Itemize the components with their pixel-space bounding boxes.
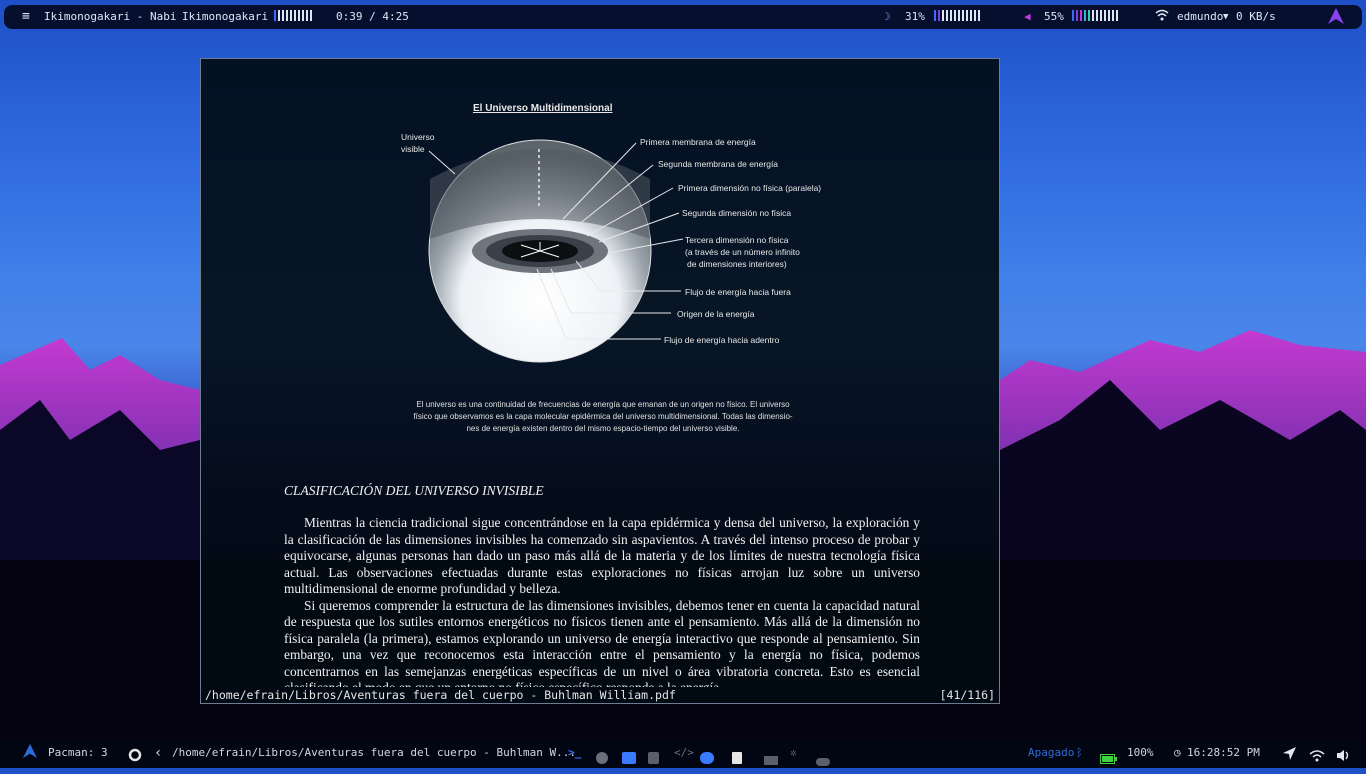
circle-icon[interactable]	[128, 746, 142, 772]
network-speed: 0 KB/s	[1236, 10, 1276, 23]
top-panel: ≡ Ikimonogakari - Nabi Ikimonogakari 0:3…	[4, 5, 1362, 29]
wifi-icon[interactable]	[1155, 5, 1169, 29]
section-heading: CLASIFICACIÓN DEL UNIVERSO INVISIBLE	[284, 483, 544, 498]
label-segunda-dimension: Segunda dimensión no física	[682, 208, 792, 218]
label-primera-membrana: Primera membrana de energía	[640, 137, 756, 147]
brightness-bar[interactable]	[934, 5, 982, 29]
workspace-firefox-icon[interactable]	[596, 746, 608, 772]
label-segunda-membrana: Segunda membrana de energía	[658, 159, 779, 169]
workspace-chat-icon[interactable]	[700, 746, 714, 772]
label-flujo-fuera: Flujo de energía hacia fuera	[685, 287, 791, 297]
document-body: Mientras la ciencia tradicional sigue co…	[284, 515, 920, 697]
workspace-gear-icon[interactable]: ✲	[790, 740, 797, 766]
label-tercera-dimension-2: (a través de un número infinito	[685, 247, 800, 257]
universe-diagram	[428, 139, 684, 363]
viewer-statusline: /home/efrain/Libros/Aventuras fuera del …	[201, 687, 999, 703]
track-time: 0:39 / 4:25	[336, 10, 409, 23]
chevron-down-icon: ▼	[1223, 12, 1229, 22]
music-icon[interactable]: ≡	[22, 5, 30, 29]
volume-value: 55%	[1044, 10, 1064, 23]
label-origen: Origen de la energía	[677, 309, 755, 319]
active-window-title: /home/efrain/Libros/Aventuras fuera del …	[172, 746, 576, 759]
arch-logo-icon[interactable]	[1327, 7, 1345, 34]
arch-menu-icon[interactable]	[22, 743, 38, 769]
bluetooth-status[interactable]: Apagado	[1028, 740, 1074, 766]
label-visible: visible	[401, 144, 425, 154]
pdf-viewer-window[interactable]: El Universo Multidimensional Universo vi…	[200, 58, 1000, 704]
caption-line: nes de energía existen dentro del mismo …	[466, 424, 740, 433]
caption-line: El universo es una continuidad de frecue…	[416, 400, 790, 409]
wifi-tray-icon[interactable]	[1309, 746, 1325, 772]
volume-icon[interactable]: ◀	[1024, 5, 1031, 29]
track-progress-bar[interactable]	[274, 5, 314, 29]
brightness-value: 31%	[905, 10, 925, 23]
workspace-terminal-icon[interactable]: >_	[568, 740, 581, 766]
bluetooth-icon[interactable]: ᛒ	[1076, 740, 1083, 766]
clock[interactable]: 16:28:52 PM	[1187, 740, 1260, 766]
workspace-gamepad-icon[interactable]	[816, 748, 830, 774]
battery-level: 100%	[1127, 746, 1154, 759]
caption-line: físico que observamos es la capa molecul…	[413, 412, 793, 421]
label-tercera-dimension-3: de dimensiones interiores)	[687, 259, 787, 269]
volume-tray-icon[interactable]	[1336, 746, 1352, 772]
workspace-image-icon[interactable]	[648, 746, 659, 772]
volume-bar[interactable]	[1072, 5, 1120, 29]
paragraph: Mientras la ciencia tradicional sigue co…	[284, 515, 920, 596]
battery-icon	[1100, 748, 1117, 774]
chevron-left-icon[interactable]: ‹	[154, 740, 162, 766]
workspace-laptop-icon[interactable]	[764, 747, 778, 773]
pacman-updates[interactable]: Pacman: 3	[48, 740, 108, 766]
now-playing-title[interactable]: Ikimonogakari - Nabi	[44, 5, 176, 29]
bottom-panel: Pacman: 3 ‹ /home/efrain/Libros/Aventura…	[0, 740, 1366, 768]
send-icon[interactable]	[1282, 745, 1297, 771]
file-path: /home/efrain/Libros/Aventuras fuera del …	[205, 688, 676, 702]
paragraph: Si queremos comprender la estructura de …	[284, 597, 920, 696]
network-user: edmundo	[1177, 10, 1224, 23]
label-universo: Universo	[401, 132, 435, 142]
workspace-document-icon[interactable]	[732, 746, 742, 772]
now-playing-artist: Ikimonogakari	[182, 10, 269, 23]
label-tercera-dimension: Tercera dimensión no física	[685, 235, 789, 245]
clock-icon: ◷	[1174, 746, 1181, 759]
label-primera-dimension: Primera dimensión no física (paralela)	[678, 183, 822, 193]
brightness-icon: ☽	[884, 10, 891, 23]
label-flujo-adentro: Flujo de energía hacia adentro	[664, 335, 780, 345]
page-indicator: [41/116]	[939, 688, 995, 702]
workspace-code-icon[interactable]: </>	[674, 740, 694, 766]
workspace-folder-icon[interactable]	[622, 746, 636, 772]
figure-caption: El universo es una continuidad de frecue…	[407, 399, 799, 435]
